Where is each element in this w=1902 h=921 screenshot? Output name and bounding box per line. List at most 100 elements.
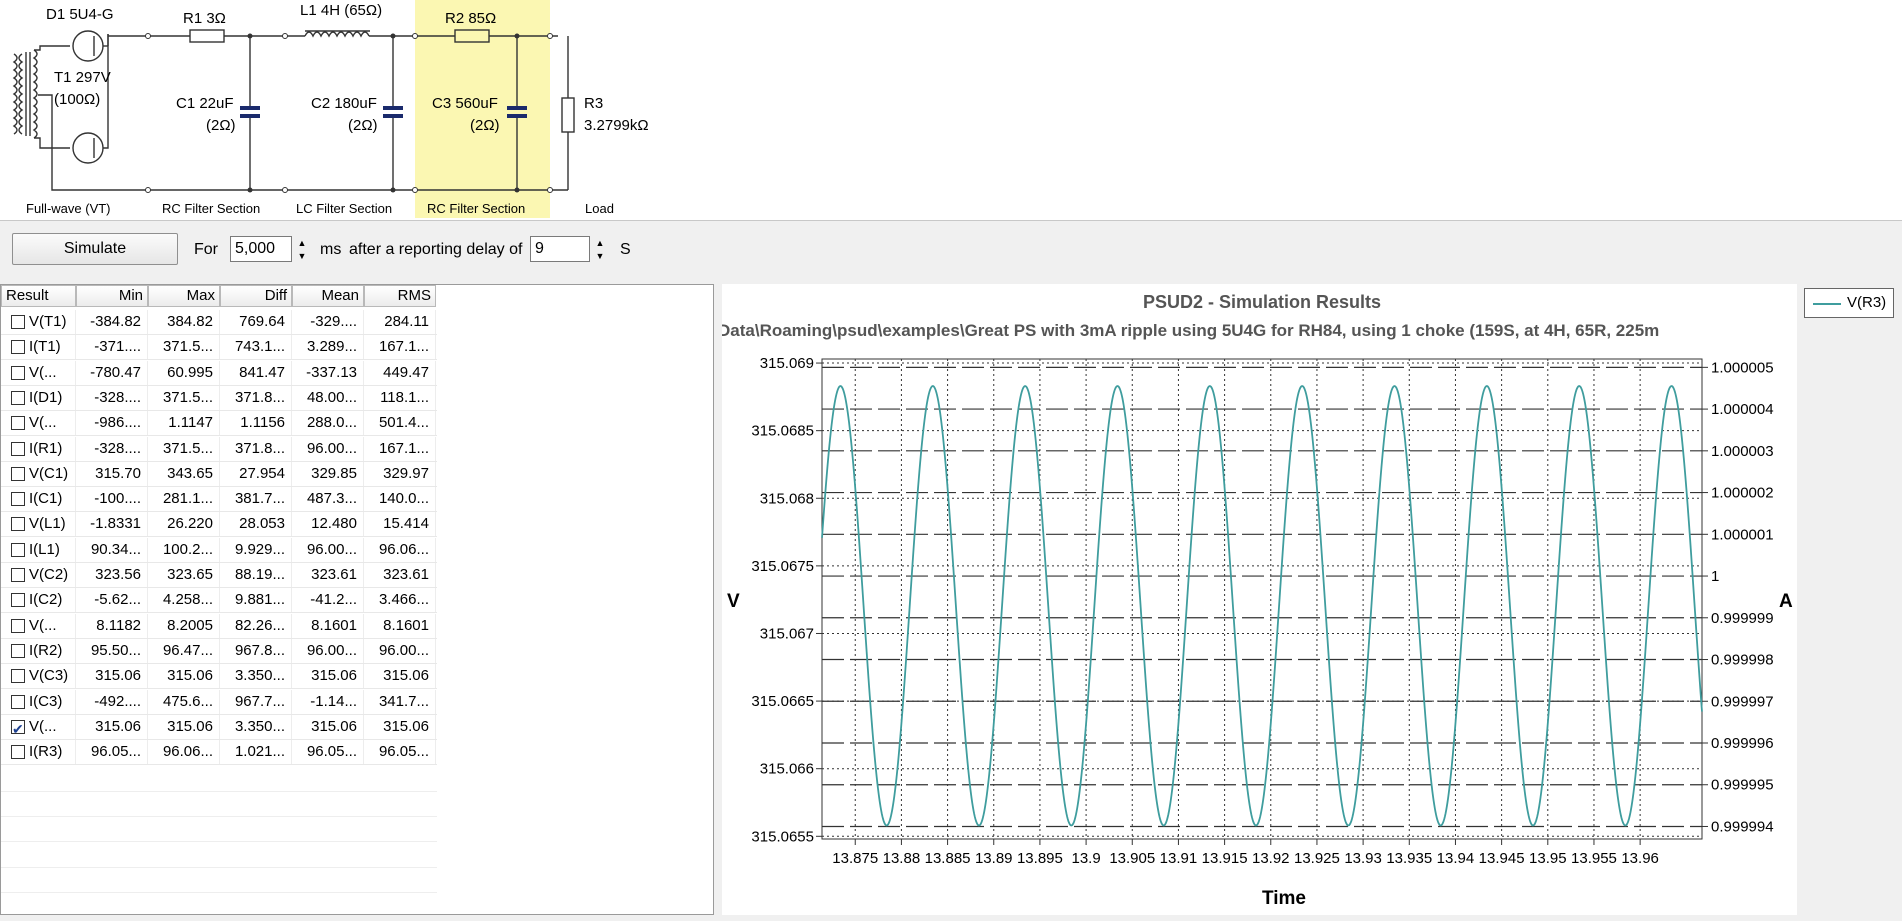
table-row[interactable]: I(L1) 90.34... 100.2... 9.929... 96.00... 96.… — [1, 537, 437, 563]
table-row[interactable]: V(C2) 323.56 323.65 88.19... 323.61 323.61 — [1, 563, 437, 588]
ms-label: ms — [320, 241, 342, 258]
table-row[interactable]: I(R1) -328.... 371.5... 371.8... 96.00... 167… — [1, 436, 437, 462]
section-label-rc1[interactable]: RC Filter Section — [162, 201, 260, 216]
table-row[interactable]: V(... -986.... 1.1147 1.1156 288.0... 501.4..… — [1, 411, 437, 437]
table-row[interactable]: V(... -780.47 60.995 841.47 -337.13 449.47 — [1, 360, 437, 386]
circuit-schematic[interactable]: D1 5U4-G R1 3Ω L1 4H (65Ω) R2 85Ω T1 297… — [0, 0, 1902, 220]
x-tick-label: 13.9 — [1071, 850, 1100, 867]
c3-label[interactable]: C3 560uF — [432, 95, 498, 112]
table-row[interactable]: V(...315.06315.063.350...315.06315.06 — [1, 714, 437, 740]
result-checkbox[interactable] — [11, 643, 25, 658]
column-header-min[interactable]: Min — [76, 285, 148, 307]
table-row[interactable]: I(D1) -328.... 371.5... 371.8... 48.00... 118… — [1, 385, 437, 411]
chart-legend[interactable]: V(R3) — [1804, 288, 1894, 318]
delay-input[interactable] — [530, 236, 590, 262]
l1-label[interactable]: L1 4H (65Ω) — [300, 2, 382, 19]
spin-down-icon[interactable]: ▼ — [591, 249, 609, 262]
duration-input[interactable] — [230, 236, 292, 262]
result-diff-cell: 1.1156 — [220, 411, 292, 436]
result-diff-cell: 769.64 — [220, 310, 292, 334]
result-max-cell: 315.06 — [148, 714, 220, 739]
column-header-diff[interactable]: Diff — [220, 285, 292, 307]
results-table[interactable]: Result Min Max Diff Mean RMS V(T1) -384.8… — [0, 284, 714, 915]
table-row[interactable]: I(R3) 96.05... 96.06... 1.021... 96.05... 96.… — [1, 740, 437, 766]
y-tick-label: 315.0685 — [751, 423, 814, 440]
result-rms-cell: 96.06... — [364, 537, 436, 562]
delay-label: after a reporting delay of — [349, 241, 523, 258]
result-checkbox[interactable] — [11, 340, 25, 355]
result-checkbox[interactable] — [11, 618, 25, 633]
result-checkbox[interactable] — [11, 390, 25, 405]
result-checkbox[interactable] — [11, 568, 25, 582]
result-checkbox[interactable] — [11, 466, 25, 481]
result-mean-cell: 96.00... — [292, 638, 364, 663]
t1-label[interactable]: T1 297V — [54, 69, 111, 86]
table-row[interactable]: V(T1) -384.82 384.82 769.64 -329.... 284.11 — [1, 310, 437, 335]
y-tick-label: 315.0655 — [751, 828, 814, 845]
empty-row-line — [1, 841, 437, 843]
table-row[interactable]: I(C3) -492.... 475.6... 967.7... -1.14... 341… — [1, 689, 437, 715]
r1-label[interactable]: R1 3Ω — [183, 10, 226, 27]
result-checkbox[interactable] — [11, 717, 25, 739]
result-min-cell: -384.82 — [76, 310, 148, 334]
spin-up-icon[interactable]: ▲ — [591, 236, 609, 249]
table-row[interactable]: I(C1) -100.... 281.1... 381.7... 487.3... 140… — [1, 487, 437, 513]
c3-esr: (2Ω) — [470, 117, 500, 134]
column-header-rms[interactable]: RMS — [364, 285, 436, 307]
result-mean-cell: 315.06 — [292, 714, 364, 739]
table-row[interactable]: I(C2) -5.62... 4.258... 9.881... -41.2... 3.4… — [1, 588, 437, 614]
result-name-cell: V(C2) — [1, 563, 76, 587]
result-max-cell: 60.995 — [148, 360, 220, 385]
result-checkbox[interactable] — [11, 517, 25, 532]
result-checkbox[interactable] — [11, 492, 25, 507]
result-checkbox[interactable] — [11, 416, 25, 431]
result-checkbox[interactable] — [11, 441, 25, 456]
x-tick-label: 13.945 — [1479, 850, 1525, 867]
result-max-cell: 343.65 — [148, 461, 220, 486]
result-rms-cell: 3.466... — [364, 588, 436, 613]
result-checkbox[interactable] — [11, 365, 25, 380]
table-row[interactable]: V(L1) -1.8331 26.220 28.053 12.480 15.414 — [1, 512, 437, 538]
table-row[interactable]: I(R2) 95.50... 96.47... 967.8... 96.00... 96.… — [1, 638, 437, 664]
simulate-button[interactable]: Simulate — [12, 233, 178, 265]
result-checkbox[interactable] — [11, 669, 25, 684]
result-min-cell: 8.1182 — [76, 613, 148, 638]
result-max-cell: 26.220 — [148, 512, 220, 537]
table-row[interactable]: V(... 8.1182 8.2005 82.26... 8.1601 8.1601 — [1, 613, 437, 639]
section-label-load[interactable]: Load — [585, 201, 614, 216]
x-tick-label: 13.91 — [1160, 850, 1198, 867]
r3-label[interactable]: R3 — [584, 95, 603, 112]
d1-label[interactable]: D1 5U4-G — [46, 6, 114, 23]
column-header-result[interactable]: Result — [1, 285, 76, 307]
r2-label[interactable]: R2 85Ω — [445, 10, 496, 27]
simulation-chart[interactable]: PSUD2 - Simulation Results Data\Roaming\p… — [718, 284, 1797, 915]
table-row[interactable]: I(T1) -371.... 371.5... 743.1... 3.289... 167… — [1, 335, 437, 361]
result-checkbox[interactable] — [11, 315, 25, 329]
result-diff-cell: 841.47 — [220, 360, 292, 385]
result-name-cell: V(C3) — [1, 664, 76, 689]
table-row[interactable]: V(C3) 315.06 315.06 3.350... 315.06 315.06 — [1, 664, 437, 690]
section-label-lc[interactable]: LC Filter Section — [296, 201, 392, 216]
result-max-cell: 4.258... — [148, 588, 220, 613]
simulation-toolbar: Simulate For ▲▼ ms after a reporting del… — [0, 220, 1902, 283]
result-checkbox[interactable] — [11, 593, 25, 608]
result-checkbox[interactable] — [11, 745, 25, 760]
result-min-cell: -986.... — [76, 411, 148, 436]
result-checkbox[interactable] — [11, 542, 25, 557]
duration-spinner[interactable]: ▲ ▼ — [293, 236, 311, 262]
result-checkbox[interactable] — [11, 694, 25, 709]
spin-up-icon[interactable]: ▲ — [293, 236, 311, 249]
section-label-rectifier[interactable]: Full-wave (VT) — [26, 201, 111, 216]
section-label-rc2[interactable]: RC Filter Section — [427, 201, 525, 216]
delay-spinner[interactable]: ▲ ▼ — [591, 236, 609, 262]
y2-tick-label: 0.999997 — [1711, 693, 1774, 710]
table-row[interactable]: V(C1) 315.70 343.65 27.954 329.85 329.97 — [1, 461, 437, 487]
c2-label[interactable]: C2 180uF — [311, 95, 377, 112]
c1-label[interactable]: C1 22uF — [176, 95, 234, 112]
spin-down-icon[interactable]: ▼ — [293, 249, 311, 262]
column-header-mean[interactable]: Mean — [292, 285, 364, 307]
column-header-max[interactable]: Max — [148, 285, 220, 307]
result-diff-cell: 88.19... — [220, 563, 292, 587]
result-name: V(... — [29, 414, 57, 432]
result-diff-cell: 381.7... — [220, 487, 292, 512]
